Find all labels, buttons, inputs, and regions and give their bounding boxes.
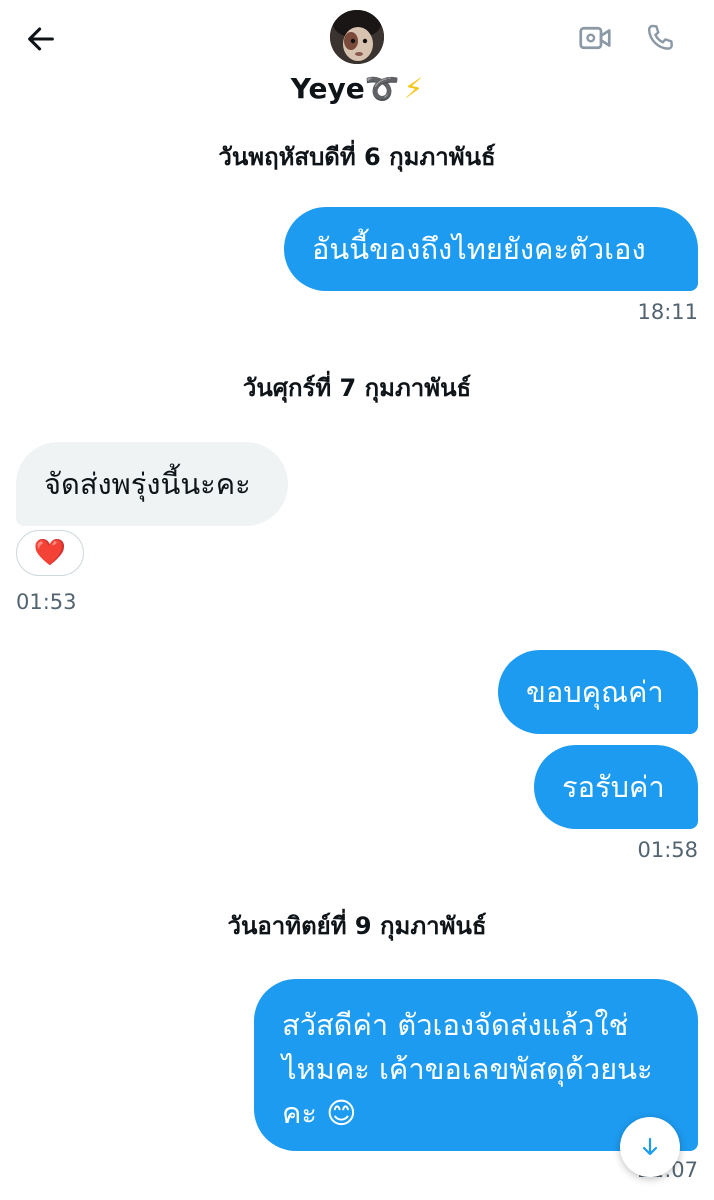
arrow-down-icon <box>642 1137 658 1156</box>
outgoing-message-bubble[interactable]: รอรับค่า <box>534 745 698 829</box>
lightning-emoji: ⚡ <box>403 72 424 105</box>
message-timestamp: 18:11 <box>637 300 698 324</box>
message-text: รอรับค่า <box>562 769 665 804</box>
date-separator: วันพฤหัสบดีที่ 6 กุมภาพันธ์ <box>218 143 496 171</box>
message-text-line: ไหมคะ เค้าขอเลขพัสดุด้วยนะ <box>282 1052 653 1086</box>
phone-call-button[interactable] <box>640 18 680 58</box>
avatar[interactable] <box>330 10 384 64</box>
heart-icon: ❤️ <box>33 538 67 568</box>
heart-reaction[interactable]: ❤️ <box>16 530 84 576</box>
contact-name-text: Yeye➰ <box>290 72 400 105</box>
scroll-to-bottom-button[interactable] <box>620 1117 680 1177</box>
outgoing-message-bubble[interactable]: ขอบคุณค่า <box>498 650 698 734</box>
back-button[interactable] <box>20 18 62 60</box>
message-text: อันนี้ของถึงไทยยังคะตัวเอง <box>312 231 646 266</box>
message-text: ขอบคุณค่า <box>526 674 664 709</box>
message-text-line: คะ 😊 <box>282 1096 357 1130</box>
video-call-button[interactable] <box>575 18 615 58</box>
conversation-header: Yeye➰ ⚡ <box>0 0 714 125</box>
message-text: จัดส่งพรุ่งนี้นะคะ <box>44 466 251 501</box>
date-separator: วันอาทิตย์ที่ 9 กุมภาพันธ์ <box>227 912 487 940</box>
video-call-icon <box>579 26 611 50</box>
message-timestamp: 01:58 <box>637 838 698 862</box>
outgoing-message-bubble[interactable]: อันนี้ของถึงไทยยังคะตัวเอง <box>284 207 698 291</box>
message-text-line: สวัสดีค่า ตัวเองจัดส่งแล้วใช่ <box>282 1008 629 1042</box>
contact-name[interactable]: Yeye➰ ⚡ <box>0 72 714 105</box>
message-timestamp: 01:53 <box>16 590 77 614</box>
back-arrow-icon <box>28 27 54 51</box>
phone-call-icon <box>647 24 673 50</box>
date-separator: วันศุกร์ที่ 7 กุมภาพันธ์ <box>242 374 472 402</box>
incoming-message-bubble[interactable]: จัดส่งพรุ่งนี้นะคะ <box>16 442 288 526</box>
